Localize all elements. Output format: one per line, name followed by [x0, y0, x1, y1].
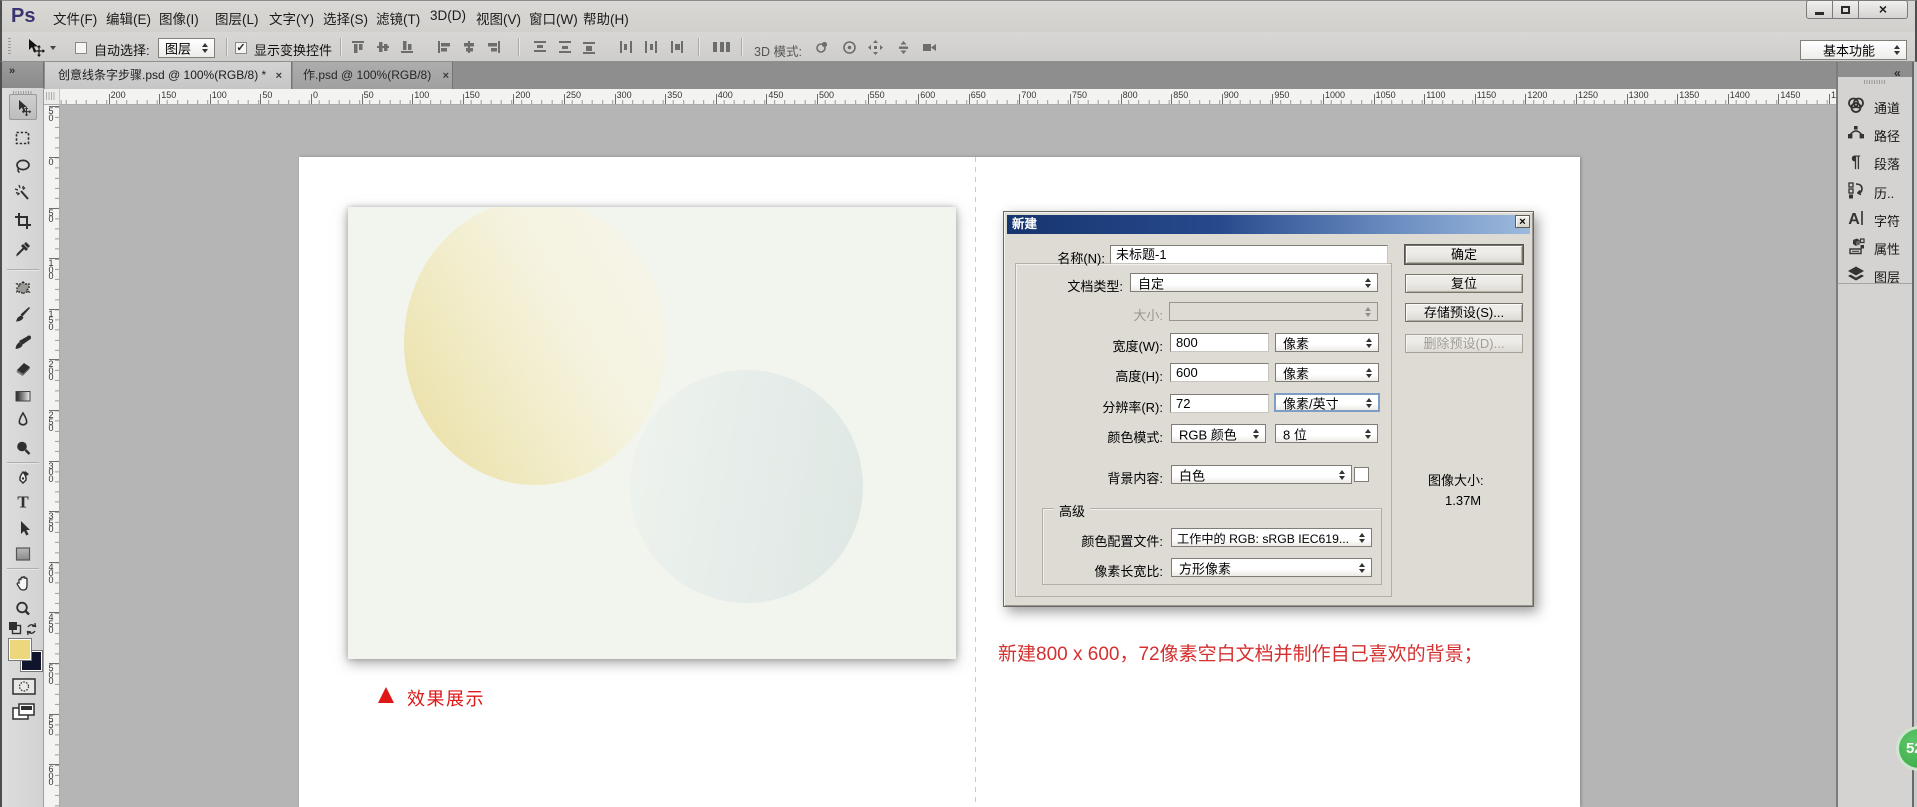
svg-text:¶: ¶: [1851, 152, 1860, 170]
svg-text:T: T: [17, 493, 29, 511]
svg-text:A: A: [1848, 211, 1860, 227]
